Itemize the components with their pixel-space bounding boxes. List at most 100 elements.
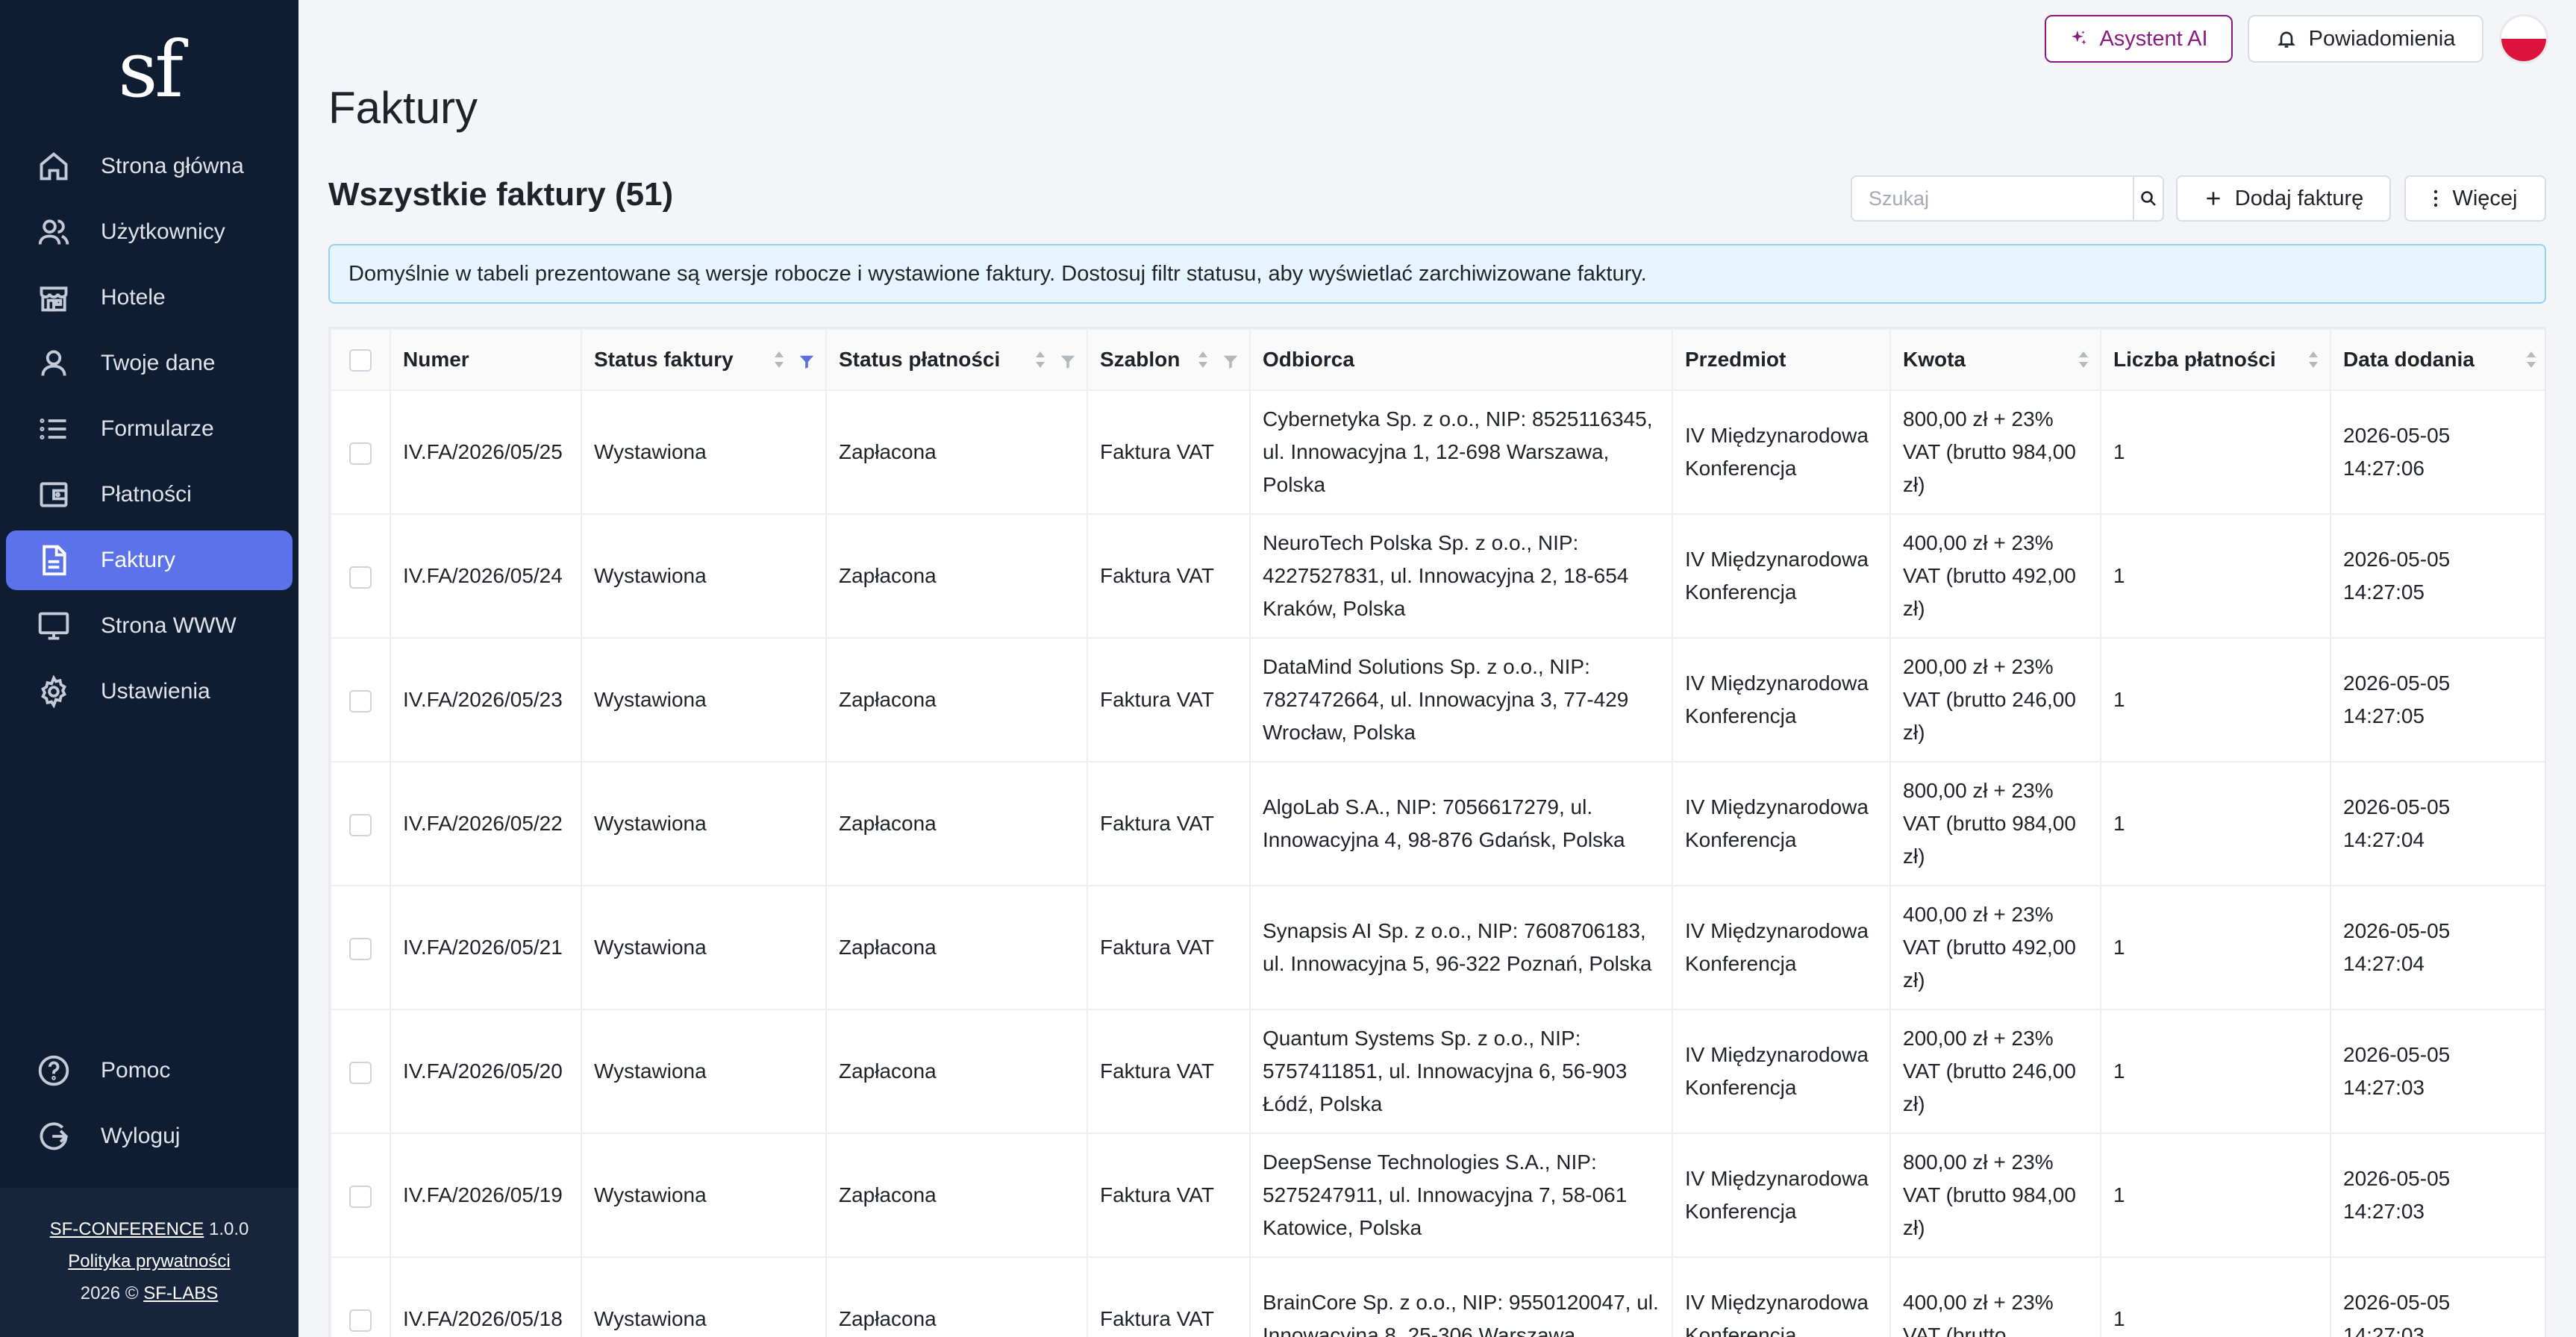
row-checkbox[interactable] [349, 1185, 372, 1208]
row-checkbox[interactable] [349, 937, 372, 960]
row-checkbox[interactable] [349, 566, 372, 589]
app-version-line: SF-CONFERENCE 1.0.0 [0, 1213, 298, 1245]
home-icon [37, 150, 70, 183]
column-header-liczba-platnosci[interactable]: Liczba płatności [2100, 328, 2331, 391]
help-icon [37, 1054, 70, 1087]
app-logo[interactable]: sf [0, 24, 298, 115]
row-select-cell [330, 637, 391, 763]
ai-assistant-label: Asystent AI [2099, 26, 2208, 51]
sidebar-item-payments[interactable]: Płatności [6, 465, 293, 525]
cell-numer: IV.FA/2026/05/24 [390, 513, 582, 639]
sidebar-item-label: Wyloguj [101, 1124, 181, 1148]
row-checkbox[interactable] [349, 813, 372, 836]
cell-status-faktury: Wystawiona [581, 513, 827, 639]
cell-szablon: Faktura VAT [1087, 1133, 1251, 1258]
table-row[interactable]: IV.FA/2026/05/25 Wystawiona Zapłacona Fa… [330, 389, 2545, 515]
sidebar-item-forms[interactable]: Formularze [6, 399, 293, 459]
cell-kwota: 800,00 zł + 23% VAT (brutto 984,00 zł) [1889, 761, 2101, 886]
column-header-przedmiot: Przedmiot [1672, 328, 1891, 391]
copyright-line: 2026 © SF-LABS [0, 1277, 298, 1309]
search-icon [2141, 191, 2156, 206]
column-header-label: Status płatności [839, 348, 1001, 371]
sidebar-item-settings[interactable]: Ustawienia [6, 662, 293, 721]
cell-szablon: Faktura VAT [1087, 885, 1251, 1010]
select-all-checkbox[interactable] [349, 349, 372, 372]
hotel-icon [37, 281, 70, 314]
cell-status-faktury: Wystawiona [581, 637, 827, 763]
row-checkbox[interactable] [349, 1061, 372, 1084]
ai-assistant-button[interactable]: Asystent AI [2045, 15, 2233, 63]
sidebar-item-users[interactable]: Użytkownicy [6, 202, 293, 262]
cell-numer: IV.FA/2026/05/21 [390, 885, 582, 1010]
filter-icon[interactable] [1222, 351, 1239, 369]
flag-pl-icon[interactable] [2499, 14, 2548, 63]
cell-status-platnosci: Zapłacona [825, 513, 1088, 639]
logout-icon [37, 1120, 70, 1153]
table-row[interactable]: IV.FA/2026/05/20 Wystawiona Zapłacona Fa… [330, 1009, 2545, 1134]
table-row[interactable]: IV.FA/2026/05/23 Wystawiona Zapłacona Fa… [330, 637, 2545, 763]
sidebar-item-website[interactable]: Strona WWW [6, 596, 293, 656]
table-row[interactable]: IV.FA/2026/05/19 Wystawiona Zapłacona Fa… [330, 1133, 2545, 1258]
company-link[interactable]: SF-LABS [143, 1283, 218, 1303]
app-name-link[interactable]: SF-CONFERENCE [50, 1219, 204, 1239]
cell-status-faktury: Wystawiona [581, 389, 827, 515]
sidebar-item-invoices[interactable]: Faktury [6, 530, 293, 590]
table-row[interactable]: IV.FA/2026/05/21 Wystawiona Zapłacona Fa… [330, 885, 2545, 1010]
sidebar-item-profile[interactable]: Twoje dane [6, 334, 293, 393]
notifications-button[interactable]: Powiadomienia [2248, 15, 2483, 63]
row-checkbox[interactable] [349, 442, 372, 465]
column-header-data-dodania[interactable]: Data dodania [2330, 328, 2545, 391]
sidebar-item-hotels[interactable]: Hotele [6, 268, 293, 328]
sidebar-item-label: Ustawienia [101, 679, 210, 704]
search-button[interactable] [2133, 177, 2163, 220]
info-banner: Domyślnie w tabeli prezentowane są wersj… [328, 244, 2546, 304]
sort-icon[interactable] [1034, 350, 1046, 369]
cell-data-dodania: 2026-05-05 14:27:05 [2330, 513, 2545, 639]
sort-icon[interactable] [2307, 350, 2319, 369]
sidebar-item-home[interactable]: Strona główna [6, 137, 293, 196]
page-title: Faktury [328, 83, 478, 133]
sort-icon[interactable] [1197, 350, 1209, 369]
cell-przedmiot: IV Międzynarodowa Konferencja [1672, 513, 1891, 639]
monitor-icon [37, 610, 70, 642]
sidebar-item-label: Płatności [101, 482, 192, 507]
row-select-cell [330, 1009, 391, 1134]
privacy-link[interactable]: Polityka prywatności [68, 1251, 230, 1271]
row-checkbox[interactable] [349, 689, 372, 713]
sidebar-item-help[interactable]: Pomoc [6, 1041, 293, 1100]
add-invoice-label: Dodaj fakturę [2234, 186, 2364, 210]
search-input[interactable] [1852, 177, 2133, 220]
column-header-szablon[interactable]: Szablon [1087, 328, 1251, 391]
cell-data-dodania: 2026-05-05 14:27:04 [2330, 885, 2545, 1010]
cell-kwota: 200,00 zł + 23% VAT (brutto 246,00 zł) [1889, 637, 2101, 763]
sidebar-item-label: Faktury [101, 548, 176, 572]
cell-przedmiot: IV Międzynarodowa Konferencja [1672, 637, 1891, 763]
sort-icon[interactable] [773, 350, 785, 369]
sparkle-icon [2072, 31, 2087, 45]
column-header-status-platnosci[interactable]: Status płatności [825, 328, 1088, 391]
cell-kwota: 400,00 zł + 23% VAT (brutto [1889, 1256, 2101, 1337]
cell-data-dodania: 2026-05-05 14:27:06 [2330, 389, 2545, 515]
sidebar-item-logout[interactable]: Wyloguj [6, 1106, 293, 1166]
sidebar-nav: Strona główna Użytkownicy Hotele Twoje d… [6, 137, 293, 727]
cell-status-faktury: Wystawiona [581, 1256, 827, 1337]
cell-liczba-platnosci: 1 [2100, 513, 2331, 639]
sort-icon[interactable] [2078, 350, 2089, 369]
filter-icon[interactable] [798, 351, 815, 369]
table-row[interactable]: IV.FA/2026/05/22 Wystawiona Zapłacona Fa… [330, 761, 2545, 886]
table-row[interactable]: IV.FA/2026/05/18 Wystawiona Zapłacona Fa… [330, 1256, 2545, 1337]
column-header-kwota[interactable]: Kwota [1889, 328, 2101, 391]
cell-status-faktury: Wystawiona [581, 1009, 827, 1134]
column-header-status-faktury[interactable]: Status faktury [581, 328, 827, 391]
column-header-label: Szablon [1100, 348, 1181, 371]
row-checkbox[interactable] [349, 1309, 372, 1332]
cell-numer: IV.FA/2026/05/18 [390, 1256, 582, 1337]
cell-szablon: Faktura VAT [1087, 513, 1251, 639]
more-button[interactable]: Więcej [2404, 175, 2546, 222]
filter-icon[interactable] [1060, 351, 1076, 369]
add-invoice-button[interactable]: Dodaj fakturę [2176, 175, 2391, 222]
select-all-cell [330, 328, 391, 391]
column-header-label: Liczba płatności [2113, 348, 2276, 371]
table-row[interactable]: IV.FA/2026/05/24 Wystawiona Zapłacona Fa… [330, 513, 2545, 639]
sort-icon[interactable] [2525, 350, 2537, 369]
